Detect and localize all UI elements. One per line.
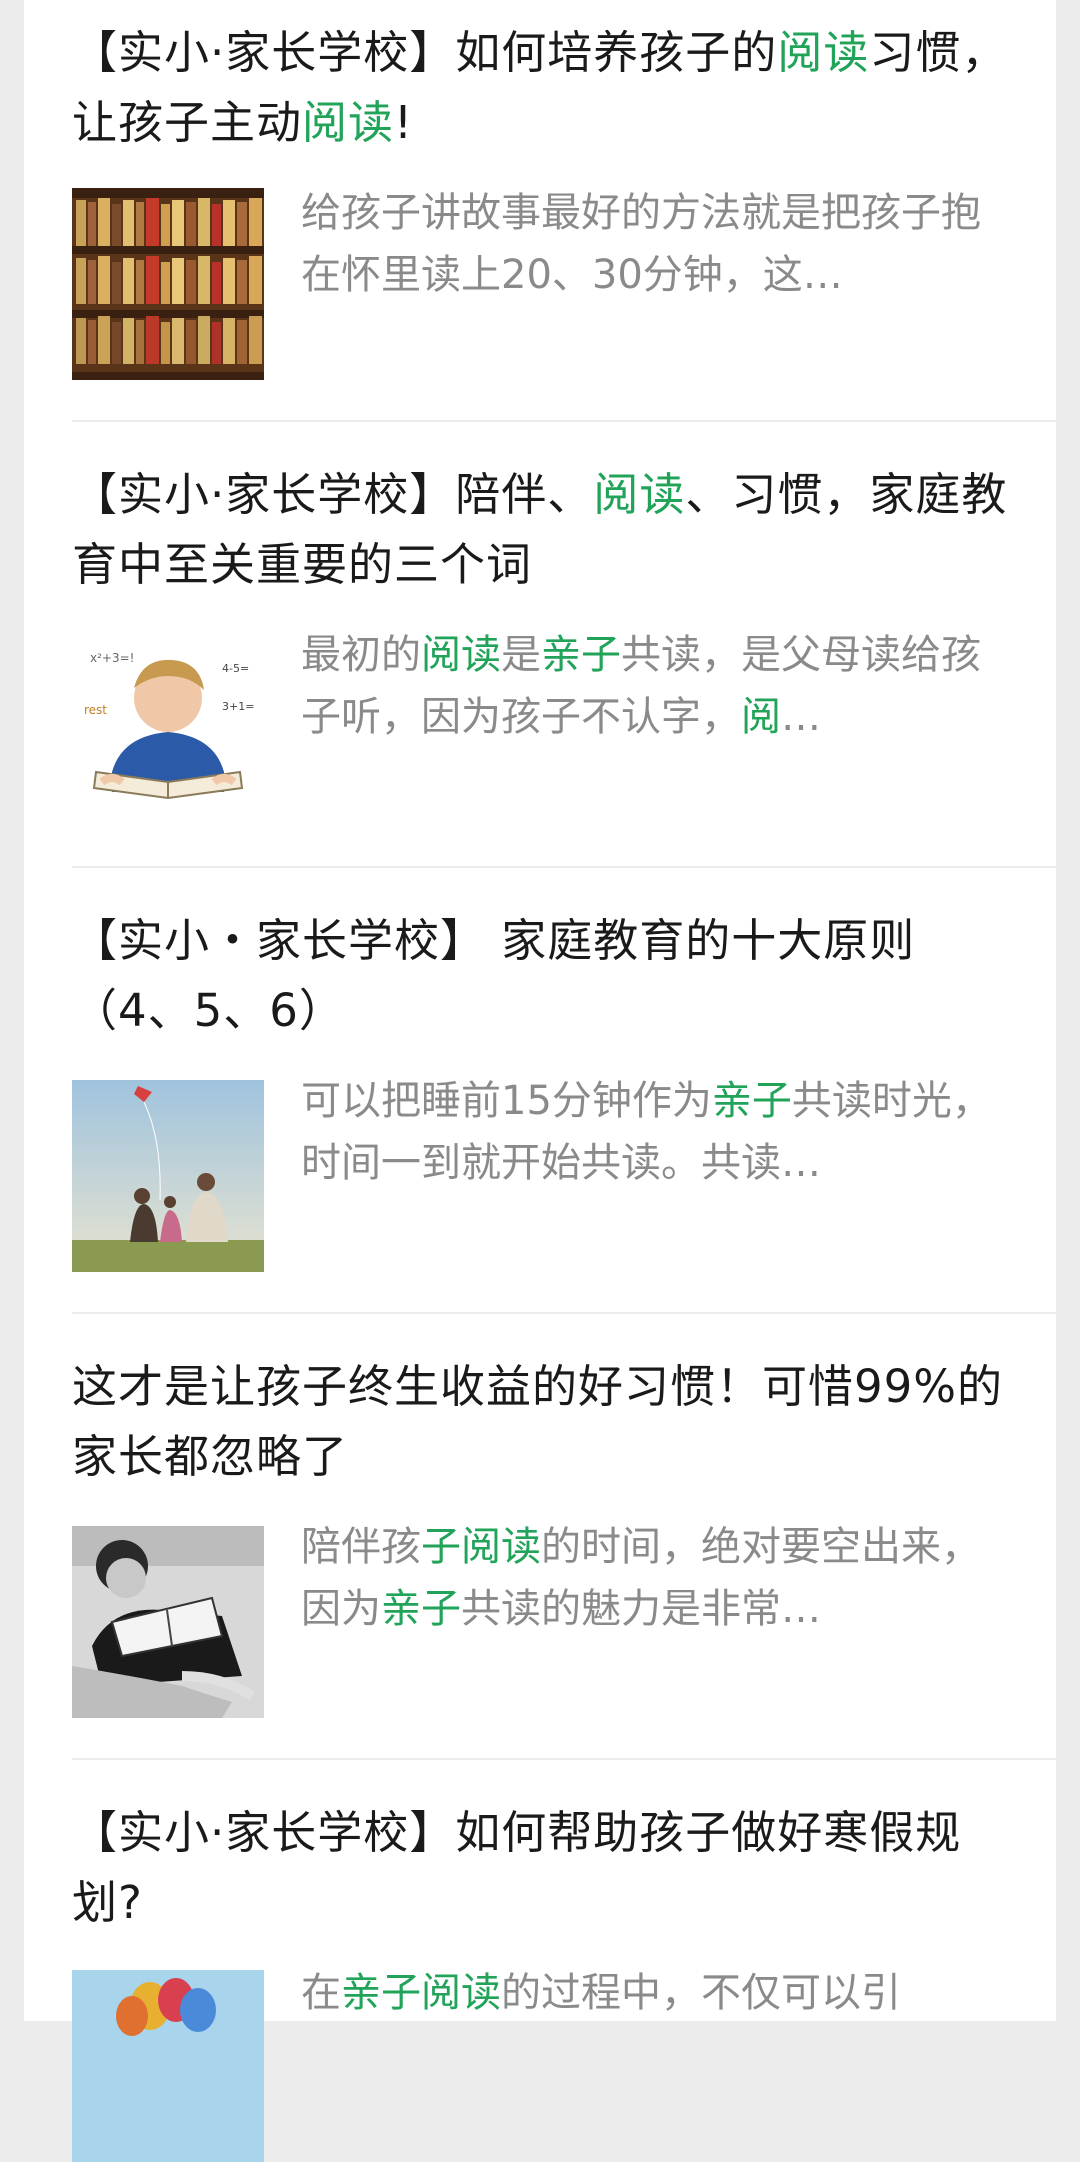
text-segment: ! [394,96,414,149]
child-book-bw-image [72,1526,264,1718]
text-segment: 【实小・家长学校】 家庭教育的十大原则（4、5、6） [72,914,916,1037]
text-segment: … [781,694,821,740]
svg-text:rest: rest [84,703,107,717]
highlight-keyword: 亲子 [381,1586,461,1632]
text-segment: 最初的 [301,632,421,678]
highlight-keyword: 阅读 [302,96,395,149]
divider [72,1758,1056,1760]
highlight-keyword: 子阅读 [421,1524,541,1570]
text-segment: 陪伴孩 [301,1524,421,1570]
family-kite-image [72,1080,264,1272]
boy-reading-image: x²+3=! rest 4-5= 3+1= [72,632,264,824]
article-summary: 给孩子讲故事最好的方法就是把孩子抱在怀里读上20、30分钟，这… [301,182,1001,306]
highlight-keyword: 亲子 [541,632,621,678]
highlight-keyword: 阅读 [593,468,686,521]
article-title[interactable]: 【实小·家长学校】陪伴、阅读、习惯，家庭教育中至关重要的三个词 [72,460,1022,600]
article-summary: 在亲子阅读的过程中，不仅可以引 [301,1962,1001,2086]
divider [72,1312,1056,1314]
highlight-keyword: 阅读 [421,632,501,678]
text-segment: 是 [501,632,541,678]
article-summary: 可以把睡前15分钟作为亲子共读时光，时间一到就开始共读。共读… [301,1070,1001,1194]
highlight-keyword: 亲子 [711,1078,792,1124]
divider [72,866,1056,868]
article-title[interactable]: 【实小·家长学校】如何培养孩子的阅读习惯，让孩子主动阅读! [72,18,1022,158]
text-segment: 的过程中，不仅可以引 [501,1970,901,2016]
text-segment: 可以把睡前15分钟作为 [301,1078,712,1124]
highlight-keyword: 亲子阅读 [341,1970,501,2016]
article-title[interactable]: 这才是让孩子终生收益的好习惯！可惜99%的家长都忽略了 [72,1352,1022,1492]
text-segment: 【实小·家长学校】如何帮助孩子做好寒假规划? [72,1806,962,1929]
balloons-image [72,1970,264,2162]
text-segment: 【实小·家长学校】如何培养孩子的 [72,26,778,79]
article-title[interactable]: 【实小·家长学校】如何帮助孩子做好寒假规划? [72,1798,1022,1938]
text-segment: 在 [301,1970,341,2016]
svg-text:3+1=: 3+1= [222,700,254,713]
bookshelf-image [72,188,264,380]
highlight-keyword: 阅读 [777,26,870,79]
text-segment: 这才是让孩子终生收益的好习惯！可惜99%的家长都忽略了 [72,1360,1004,1483]
text-segment: 共读的魅力是非常… [461,1586,821,1632]
divider [72,420,1056,422]
svg-text:4-5=: 4-5= [222,662,249,675]
highlight-keyword: 阅 [741,694,781,740]
article-summary: 陪伴孩子阅读的时间，绝对要空出来，因为亲子共读的魅力是非常… [301,1516,1001,1640]
text-segment: 【实小·家长学校】陪伴、 [72,468,594,521]
article-title[interactable]: 【实小・家长学校】 家庭教育的十大原则（4、5、6） [72,906,1022,1046]
article-summary: 最初的阅读是亲子共读，是父母读给孩子听，因为孩子不认字，阅… [301,624,1001,748]
text-segment: 给孩子讲故事最好的方法就是把孩子抱在怀里读上20、30分钟，这… [301,190,981,298]
svg-text:x²+3=!: x²+3=! [90,651,134,665]
